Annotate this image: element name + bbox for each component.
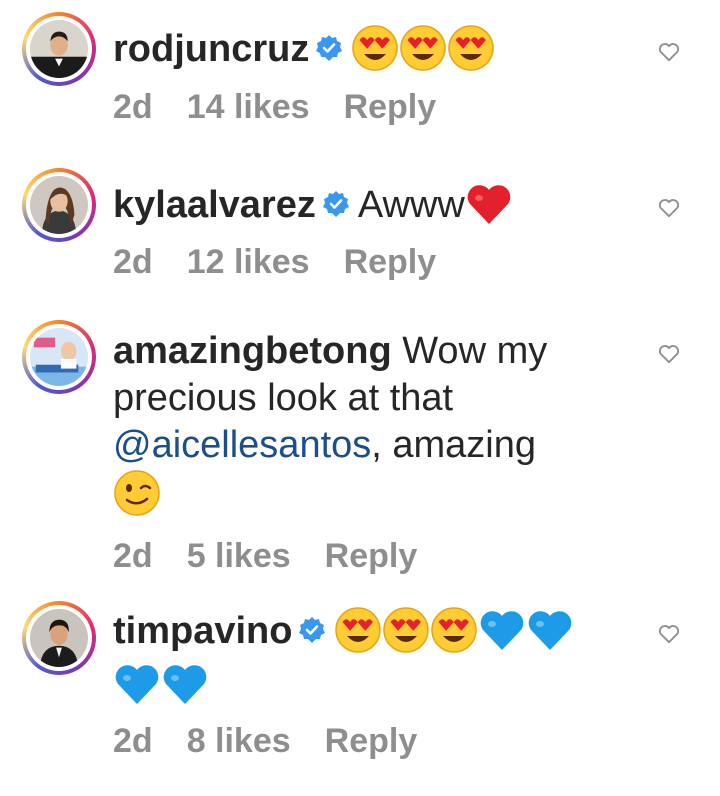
mention-link[interactable]: @aicellesantos [113, 424, 371, 466]
blue-heart-emoji [529, 611, 572, 650]
heart-eyes-emoji [448, 25, 495, 71]
comment-username[interactable]: kylaalvarez [113, 184, 316, 226]
comment-time: 2d [113, 537, 153, 575]
likes-count[interactable]: 14 likes [187, 88, 310, 126]
blue-heart-emoji [115, 665, 159, 704]
comment-username[interactable]: amazingbetong [113, 330, 392, 372]
avatar[interactable] [22, 168, 96, 242]
comment-time: 2d [113, 722, 153, 760]
heart-eyes-emoji [335, 607, 382, 653]
heart-eyes-emoji [400, 25, 447, 71]
comment-username[interactable]: timpavino [113, 610, 292, 652]
comment-time: 2d [113, 243, 153, 281]
avatar-photo [30, 20, 88, 78]
avatar-photo [30, 328, 88, 386]
heart-outline-icon[interactable] [658, 198, 680, 218]
reply-button[interactable]: Reply [344, 243, 437, 281]
blue-heart-emoji [481, 611, 524, 650]
red-heart-emoji [467, 185, 511, 224]
avatar[interactable] [22, 12, 96, 86]
likes-count[interactable]: 12 likes [187, 243, 310, 281]
verified-badge-icon [322, 191, 349, 217]
comment-list: rodjuncruz 2d 14 likes Reply kylaalvarez Aw… [0, 0, 720, 796]
heart-outline-icon[interactable] [658, 42, 680, 62]
blue-heart-emoji [163, 665, 207, 704]
heart-eyes-emoji [383, 607, 430, 653]
heart-outline-icon[interactable] [658, 624, 680, 644]
comment-time: 2d [113, 88, 153, 126]
comment-text: Awww [357, 184, 465, 227]
reply-button[interactable]: Reply [344, 88, 437, 126]
heart-eyes-emoji [431, 607, 478, 653]
avatar-photo [30, 609, 88, 667]
likes-count[interactable]: 8 likes [187, 722, 291, 760]
reply-button[interactable]: Reply [325, 537, 418, 575]
avatar-photo [30, 176, 88, 234]
avatar[interactable] [22, 601, 96, 675]
likes-count[interactable]: 5 likes [187, 537, 291, 575]
wink-emoji [114, 470, 160, 516]
verified-badge-icon [299, 617, 326, 643]
comment-username[interactable]: rodjuncruz [113, 28, 309, 70]
avatar[interactable] [22, 320, 96, 394]
reply-button[interactable]: Reply [325, 722, 418, 760]
comment-text: , amazing [371, 424, 537, 466]
heart-outline-icon[interactable] [658, 344, 680, 364]
heart-eyes-emoji [352, 25, 399, 71]
verified-badge-icon [316, 35, 343, 61]
